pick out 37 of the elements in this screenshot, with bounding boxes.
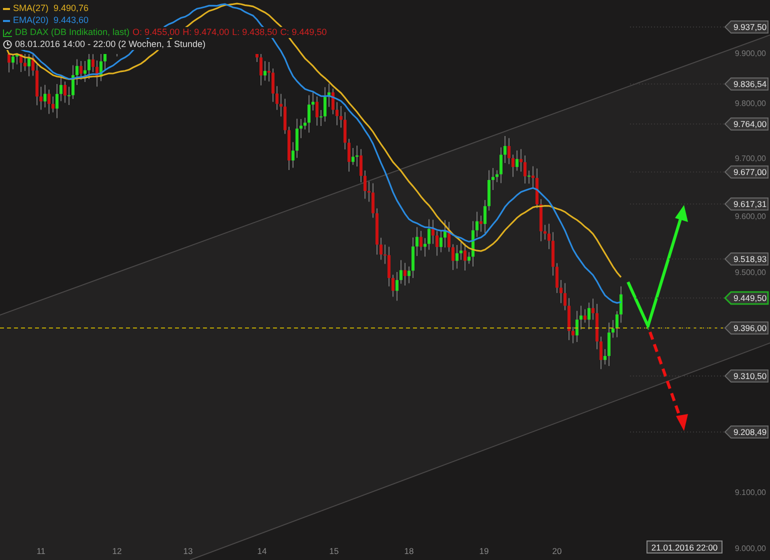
- date-label: 21.01.2016 22:00: [646, 540, 722, 554]
- axis-tick-label: 9.500,00: [734, 268, 766, 277]
- axis-tick-label: 20: [552, 546, 562, 556]
- time-range-label: 08.01.2016 14:00 - 22:00 (2 Wochen, 1 Stunde): [15, 39, 206, 50]
- price-label: 9.518,93: [724, 252, 768, 266]
- quote-value: C: 9.449,50: [280, 27, 327, 38]
- axis-tick-label: 9.900,00: [734, 49, 766, 58]
- axis-tick-label: 13: [183, 546, 193, 556]
- chart-icon: [3, 28, 12, 36]
- indicator-label: SMA(27) 9.490,76: [13, 3, 89, 14]
- price-label: 9.677,00: [724, 166, 768, 178]
- axis-tick-label: 12: [112, 546, 122, 556]
- quote-value: O: 9.455,00: [132, 27, 180, 38]
- price-label: 9.208,49: [724, 426, 768, 438]
- axis-tick-label: 14: [257, 546, 267, 556]
- price-label: 9.396,00: [724, 322, 768, 334]
- price-label: 9.764,00: [724, 118, 768, 130]
- candlestick: [116, 54, 118, 57]
- axis-tick-label: 18: [404, 546, 414, 556]
- axis-tick-label: 9.600,00: [734, 212, 766, 221]
- indicator-label: EMA(20) 9.443,60: [13, 15, 89, 26]
- quote-value: H: 9.474,00: [182, 27, 230, 38]
- axis-tick-label: 15: [329, 546, 339, 556]
- price-label: 9.310,50: [724, 370, 768, 382]
- price-label: 9.617,31: [724, 198, 768, 210]
- price-label: 9.937,50: [724, 20, 768, 34]
- axis-tick-label: 9.000,00: [734, 544, 766, 553]
- clock-icon: [3, 40, 12, 49]
- price-label: 9.449,50: [724, 291, 769, 305]
- quote-value: L: 9.438,50: [232, 27, 278, 38]
- axis-tick-label: 19: [479, 546, 489, 556]
- axis-tick-label: 9.700,00: [734, 154, 766, 163]
- price-label: 9.836,54: [724, 78, 768, 90]
- axis-tick-label: 11: [36, 546, 46, 556]
- axis-tick-label: 9.800,00: [734, 99, 766, 108]
- axis-tick-label: 9.100,00: [734, 488, 766, 497]
- instrument-name: DB DAX (DB Indikation, last): [15, 27, 130, 38]
